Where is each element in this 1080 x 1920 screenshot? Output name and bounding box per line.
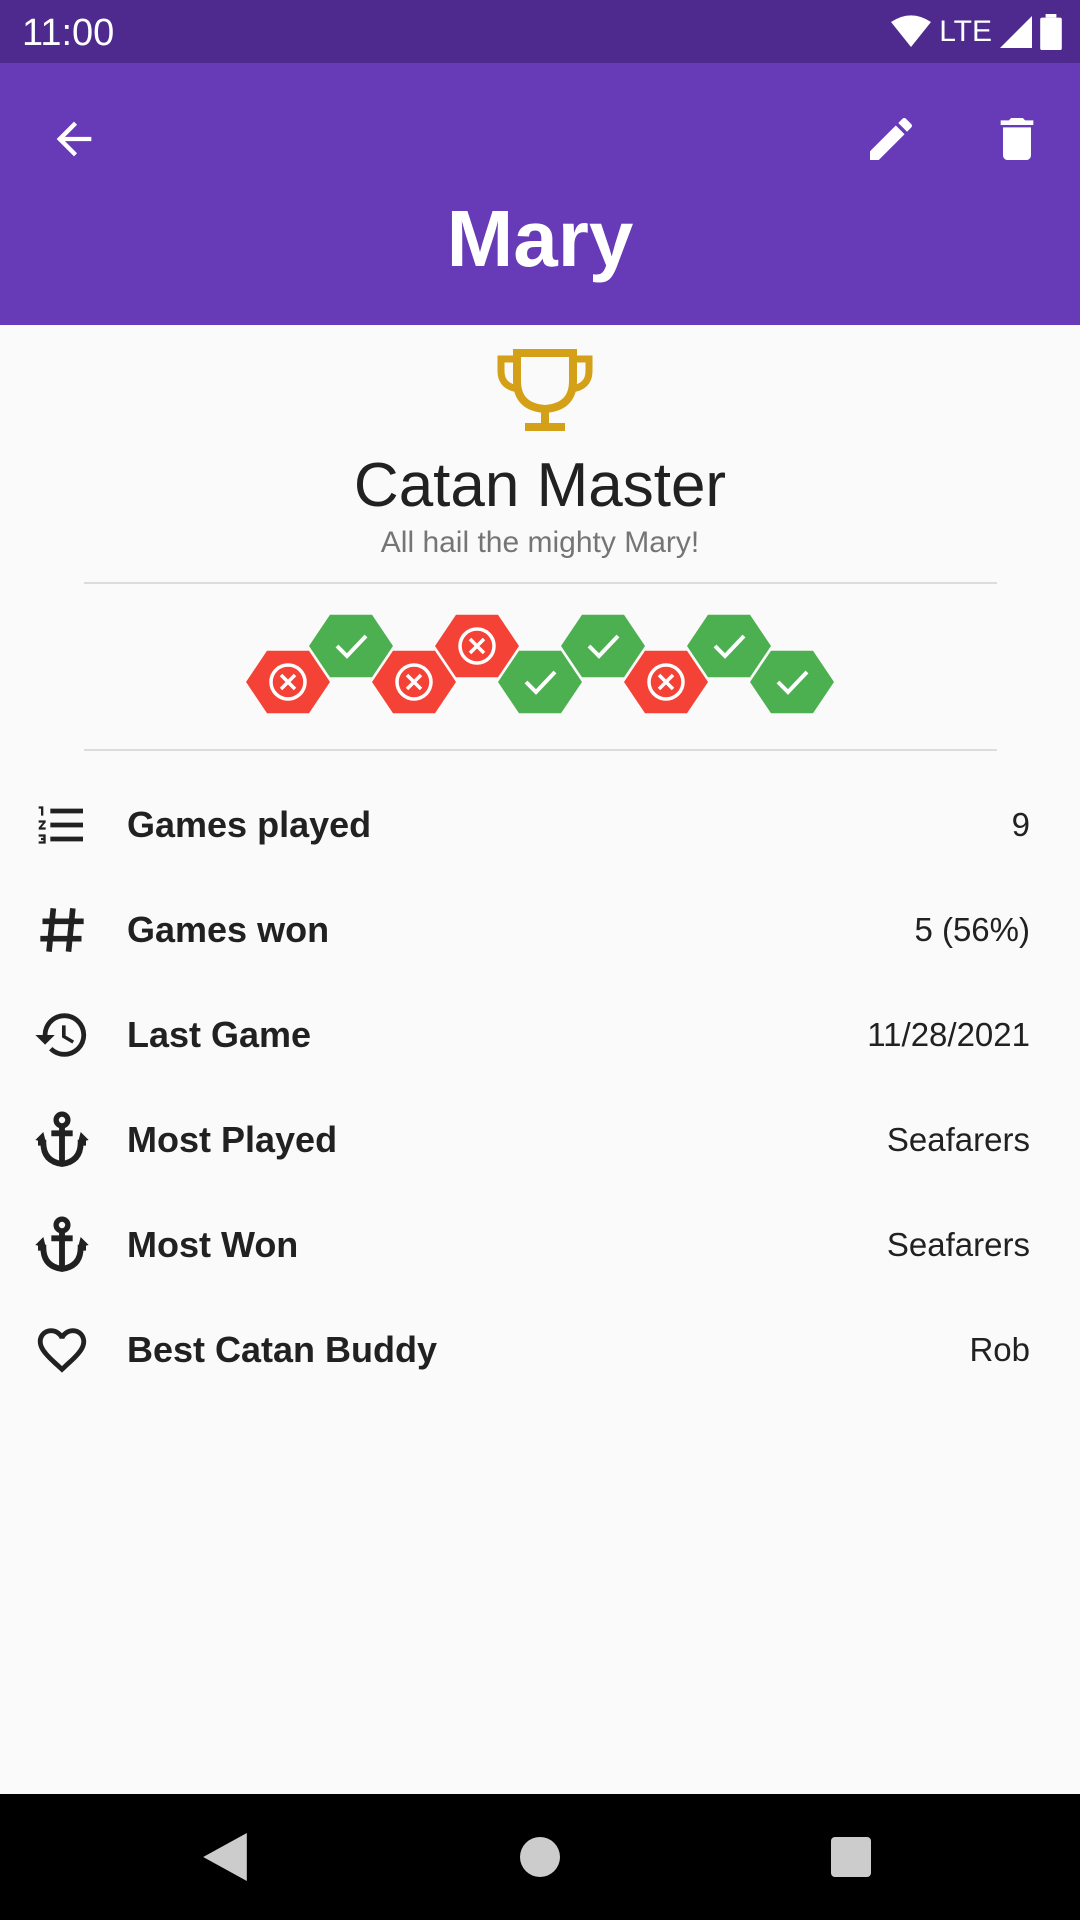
game-result-win: [687, 614, 771, 678]
game-result-win: [750, 650, 834, 714]
nav-recents-button[interactable]: [818, 1824, 884, 1890]
anchor-icon: [30, 1108, 94, 1172]
badge-subtitle: All hail the mighty Mary!: [380, 526, 700, 559]
game-result-win: [309, 614, 393, 678]
battery-icon: [1040, 14, 1062, 50]
network-type: LTE: [939, 15, 992, 48]
wifi-icon: [891, 15, 932, 48]
stat-value: 11/28/2021: [867, 1015, 1030, 1053]
navigation-bar: [0, 1794, 1080, 1920]
triangle-back-icon: [203, 1833, 247, 1881]
nav-home-button[interactable]: [507, 1824, 573, 1890]
stat-row-games-won: Games won 5 (56%): [0, 877, 1080, 982]
anchor-icon: [30, 1213, 94, 1277]
pencil-icon: [870, 117, 913, 160]
app-bar: Mary: [0, 63, 1080, 325]
stat-label: Best Catan Buddy: [127, 1328, 438, 1370]
stat-row-best-buddy: Best Catan Buddy Rob: [0, 1297, 1080, 1402]
game-result-loss: [435, 614, 519, 678]
badge-title: Catan Master: [353, 451, 727, 520]
stat-value: Seafarers: [886, 1120, 1030, 1158]
stat-row-most-won: Most Won Seafarers: [0, 1192, 1080, 1297]
divider: [84, 749, 997, 751]
stat-row-most-played: Most Played Seafarers: [0, 1087, 1080, 1192]
delete-button[interactable]: [981, 103, 1053, 175]
trophy-icon: [497, 349, 593, 431]
signal-icon: [1000, 16, 1032, 48]
status-time: 11:00: [22, 12, 115, 54]
trash-icon: [1000, 118, 1034, 160]
game-result-loss: [372, 650, 456, 714]
circle-home-icon: [520, 1837, 560, 1877]
game-result-loss: [246, 650, 330, 714]
numbered-list-icon: [30, 793, 94, 857]
arrow-back-icon: [56, 121, 92, 157]
stat-label: Games won: [127, 908, 330, 950]
back-button[interactable]: [38, 103, 110, 175]
game-results-strip: [246, 614, 834, 714]
stat-value: Seafarers: [886, 1225, 1030, 1263]
stats-list: Games played 9 Games won 5 (56%) Last Ga…: [0, 772, 1080, 1402]
edit-button[interactable]: [855, 103, 927, 175]
stat-value: 5 (56%): [914, 910, 1030, 948]
game-result-win: [561, 614, 645, 678]
square-recents-icon: [831, 1837, 871, 1877]
stat-row-games-played: Games played 9: [0, 772, 1080, 877]
stat-label: Last Game: [127, 1013, 312, 1055]
stat-value: 9: [1011, 805, 1030, 843]
stat-value: Rob: [969, 1330, 1030, 1368]
heart-icon: [30, 1318, 94, 1382]
hash-icon: [30, 898, 94, 962]
nav-back-button[interactable]: [192, 1824, 258, 1890]
game-result-win: [498, 650, 582, 714]
stat-label: Games played: [127, 803, 372, 845]
stat-label: Most Won: [127, 1223, 299, 1265]
stat-row-last-game: Last Game 11/28/2021: [0, 982, 1080, 1087]
history-icon: [30, 1003, 94, 1067]
game-result-loss: [624, 650, 708, 714]
status-icons: LTE: [891, 12, 1062, 52]
divider: [84, 582, 997, 584]
stat-label: Most Played: [127, 1118, 338, 1160]
player-name: Mary: [446, 194, 634, 283]
status-bar: 11:00 LTE: [0, 0, 1080, 63]
